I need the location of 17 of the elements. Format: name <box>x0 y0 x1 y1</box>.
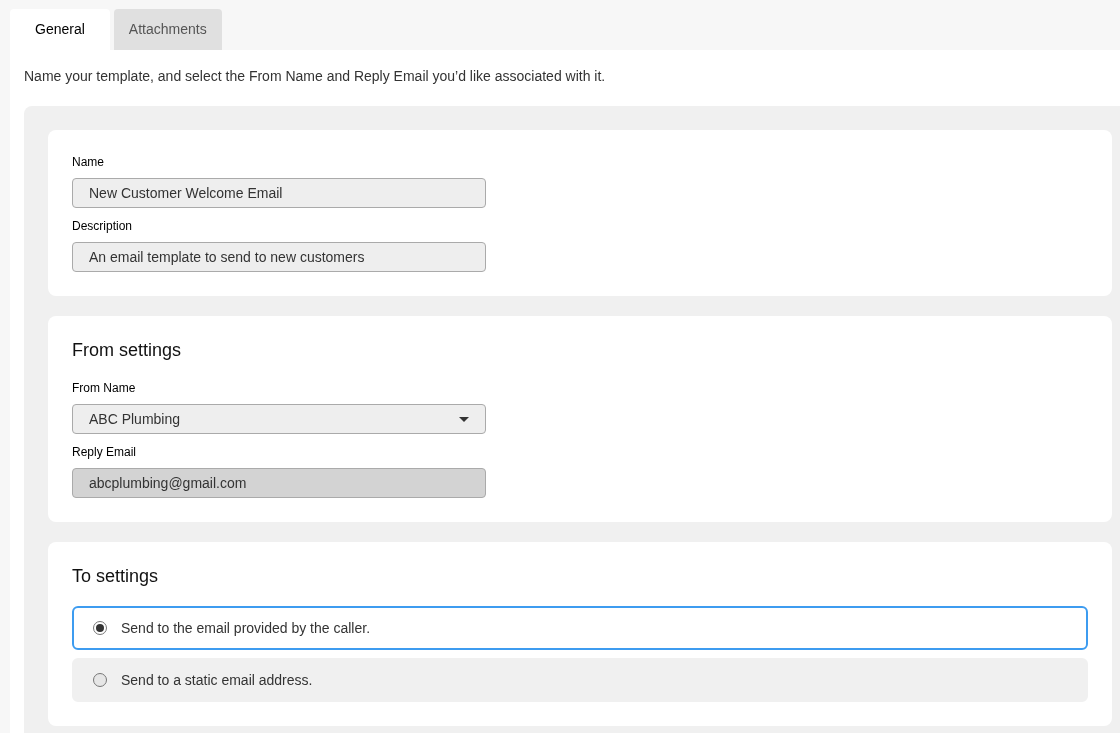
tab[interactable]: General <box>10 9 110 50</box>
field-label: Name <box>72 154 105 170</box>
field-label: Reply Email <box>72 444 138 460</box>
radio-icon <box>93 673 107 687</box>
input-field[interactable]: An email template to send to new customers <box>72 242 486 272</box>
field-label: Description <box>72 218 134 234</box>
field-label: From Name <box>72 380 137 396</box>
section-title: From settings <box>72 340 183 360</box>
radio-option[interactable]: Send to the email provided by the caller. <box>72 606 1088 650</box>
caret-icon <box>459 416 469 422</box>
radio-option[interactable]: Send to a static email address. <box>72 658 1088 702</box>
intro-text: Name your template, and select the From Name and Reply Email you’d like associated with it. <box>24 67 607 86</box>
tab[interactable]: Attachments <box>113 9 222 50</box>
section-title: To settings <box>72 566 160 586</box>
radio-icon <box>93 621 107 635</box>
dropdown-field[interactable]: ABC Plumbing <box>72 404 486 434</box>
input-field[interactable]: New Customer Welcome Email <box>72 178 486 208</box>
